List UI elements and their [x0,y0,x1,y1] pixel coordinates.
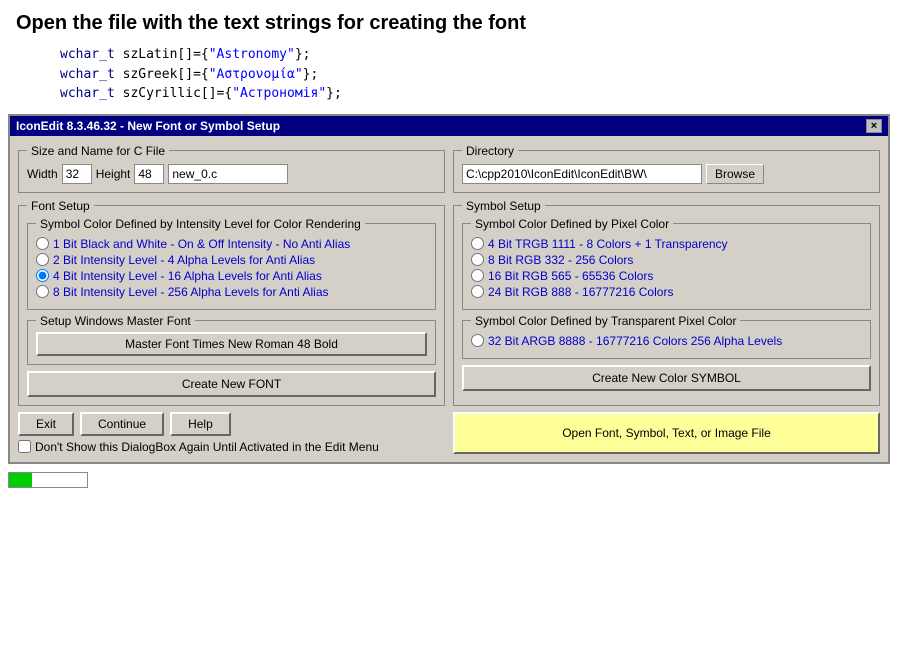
continue-button[interactable]: Continue [80,412,164,436]
top-row: Size and Name for C File Width Height Di… [18,144,880,193]
intensity-radio-label-2: 2 Bit Intensity Level - 4 Alpha Levels f… [53,253,315,267]
intensity-radio-input-2[interactable] [36,253,49,266]
dont-show-checkbox[interactable] [18,440,31,453]
transparent-radio-1: 32 Bit ARGB 8888 - 16777216 Colors 256 A… [471,334,862,348]
intensity-radio-label-1: 1 Bit Black and White - On & Off Intensi… [53,237,350,251]
code-line-3: wchar_t szCyrillic[]={"Астрономія"}; [60,84,882,104]
bottom-row: Exit Continue Help Don't Show this Dialo… [18,412,880,454]
dont-show-row: Don't Show this DialogBox Again Until Ac… [18,440,445,454]
pixel-radio-label-3: 16 Bit RGB 565 - 65536 Colors [488,269,653,283]
intensity-radio-label-3: 4 Bit Intensity Level - 16 Alpha Levels … [53,269,322,283]
size-name-section: Size and Name for C File Width Height [18,144,445,193]
dialog-title: IconEdit 8.3.46.32 - New Font or Symbol … [16,119,280,133]
progress-area [0,464,898,492]
intensity-radio-label-4: 8 Bit Intensity Level - 256 Alpha Levels… [53,285,329,299]
dialog-close-button[interactable]: × [866,119,882,133]
intensity-section: Symbol Color Defined by Intensity Level … [27,217,436,310]
height-label: Height [96,167,131,181]
directory-input[interactable] [462,164,702,184]
filename-input[interactable] [168,164,288,184]
open-file-button[interactable]: Open Font, Symbol, Text, or Image File [453,412,880,454]
dont-show-label: Don't Show this DialogBox Again Until Ac… [35,440,379,454]
pixel-radio-1: 4 Bit TRGB 1111 - 8 Colors + 1 Transpare… [471,237,862,251]
intensity-radio-3: 4 Bit Intensity Level - 16 Alpha Levels … [36,269,427,283]
symbol-setup-legend: Symbol Setup [462,199,545,213]
create-font-button[interactable]: Create New FONT [27,371,436,397]
pixel-radio-3: 16 Bit RGB 565 - 65536 Colors [471,269,862,283]
code-line-1: wchar_t szLatin[]={"Astronomy"}; [60,45,882,65]
pixel-radio-label-4: 24 Bit RGB 888 - 16777216 Colors [488,285,673,299]
font-setup-legend: Font Setup [27,199,94,213]
size-name-fields: Width Height [27,164,436,184]
middle-row: Font Setup Symbol Color Defined by Inten… [18,199,880,406]
page-title: Open the file with the text strings for … [0,0,898,39]
symbol-setup-section: Symbol Setup Symbol Color Defined by Pix… [453,199,880,406]
pixel-color-legend: Symbol Color Defined by Pixel Color [471,217,673,231]
create-symbol-button[interactable]: Create New Color SYMBOL [462,365,871,391]
browse-button[interactable]: Browse [706,164,764,184]
master-font-button[interactable]: Master Font Times New Roman 48 Bold [36,332,427,356]
pixel-radio-label-2: 8 Bit RGB 332 - 256 Colors [488,253,633,267]
pixel-radio-input-1[interactable] [471,237,484,250]
progress-bar [8,472,88,488]
intensity-radio-4: 8 Bit Intensity Level - 256 Alpha Levels… [36,285,427,299]
intensity-radio-1: 1 Bit Black and White - On & Off Intensi… [36,237,427,251]
dialog-window: IconEdit 8.3.46.32 - New Font or Symbol … [8,114,890,464]
pixel-radio-input-3[interactable] [471,269,484,282]
width-input[interactable] [62,164,92,184]
dialog-titlebar: IconEdit 8.3.46.32 - New Font or Symbol … [10,116,888,136]
master-font-legend: Setup Windows Master Font [36,314,195,328]
intensity-radio-2: 2 Bit Intensity Level - 4 Alpha Levels f… [36,253,427,267]
progress-bar-fill [9,473,32,487]
pixel-radio-4: 24 Bit RGB 888 - 16777216 Colors [471,285,862,299]
code-block: wchar_t szLatin[]={"Astronomy"}; wchar_t… [0,39,898,114]
pixel-radio-label-1: 4 Bit TRGB 1111 - 8 Colors + 1 Transpare… [488,237,728,251]
font-setup-section: Font Setup Symbol Color Defined by Inten… [18,199,445,406]
transparent-radio-input-1[interactable] [471,334,484,347]
intensity-radio-input-1[interactable] [36,237,49,250]
height-input[interactable] [134,164,164,184]
directory-section: Directory Browse [453,144,880,193]
size-name-legend: Size and Name for C File [27,144,169,158]
master-font-section: Setup Windows Master Font Master Font Ti… [27,314,436,365]
directory-fields: Browse [462,164,871,184]
intensity-legend: Symbol Color Defined by Intensity Level … [36,217,365,231]
transparent-color-section: Symbol Color Defined by Transparent Pixe… [462,314,871,359]
action-buttons: Exit Continue Help [18,412,445,436]
left-bottom: Exit Continue Help Don't Show this Dialo… [18,412,445,454]
pixel-radio-2: 8 Bit RGB 332 - 256 Colors [471,253,862,267]
intensity-radio-input-4[interactable] [36,285,49,298]
code-line-2: wchar_t szGreek[]={"Αστρονομία"}; [60,65,882,85]
help-button[interactable]: Help [170,412,231,436]
exit-button[interactable]: Exit [18,412,74,436]
transparent-color-legend: Symbol Color Defined by Transparent Pixe… [471,314,740,328]
directory-legend: Directory [462,144,518,158]
transparent-radio-label-1: 32 Bit ARGB 8888 - 16777216 Colors 256 A… [488,334,782,348]
width-label: Width [27,167,58,181]
pixel-radio-input-4[interactable] [471,285,484,298]
intensity-radio-input-3[interactable] [36,269,49,282]
dialog-body: Size and Name for C File Width Height Di… [10,136,888,462]
pixel-radio-input-2[interactable] [471,253,484,266]
pixel-color-section: Symbol Color Defined by Pixel Color 4 Bi… [462,217,871,310]
right-bottom: Open Font, Symbol, Text, or Image File [453,412,880,454]
